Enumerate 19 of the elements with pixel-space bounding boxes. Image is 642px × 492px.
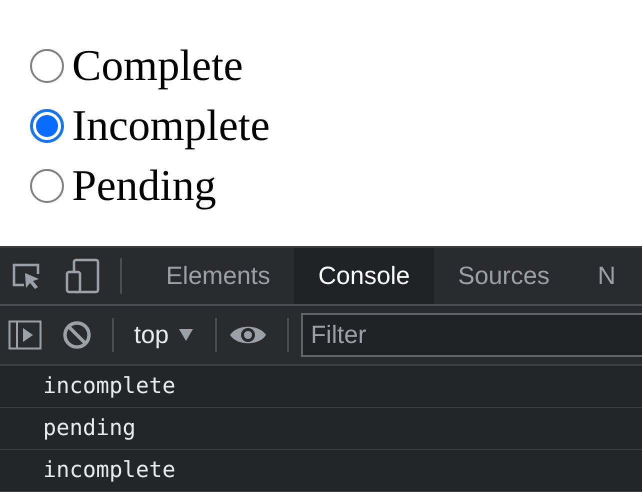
radio-label: Incomplete — [72, 104, 270, 148]
radio-button[interactable] — [30, 49, 64, 83]
console-message: pending — [0, 408, 642, 450]
context-dropdown[interactable]: top — [126, 320, 201, 350]
caret-icon — [178, 329, 193, 341]
radio-label: Complete — [72, 44, 244, 88]
radio-button[interactable] — [30, 169, 64, 203]
tab[interactable]: Elements — [142, 248, 294, 304]
filter-field[interactable]: Filter — [300, 313, 642, 357]
device-icon[interactable] — [64, 258, 100, 294]
console-message: incomplete — [0, 366, 642, 408]
console-message: incomplete — [0, 450, 642, 492]
tab[interactable]: Console — [294, 248, 434, 304]
tab[interactable]: N — [574, 248, 640, 304]
radio-label: Pending — [72, 164, 216, 208]
clear-icon[interactable] — [62, 320, 92, 350]
radio-button[interactable] — [30, 109, 64, 143]
tab[interactable]: Sources — [434, 248, 574, 304]
sidebar-toggle-icon[interactable] — [8, 320, 42, 350]
